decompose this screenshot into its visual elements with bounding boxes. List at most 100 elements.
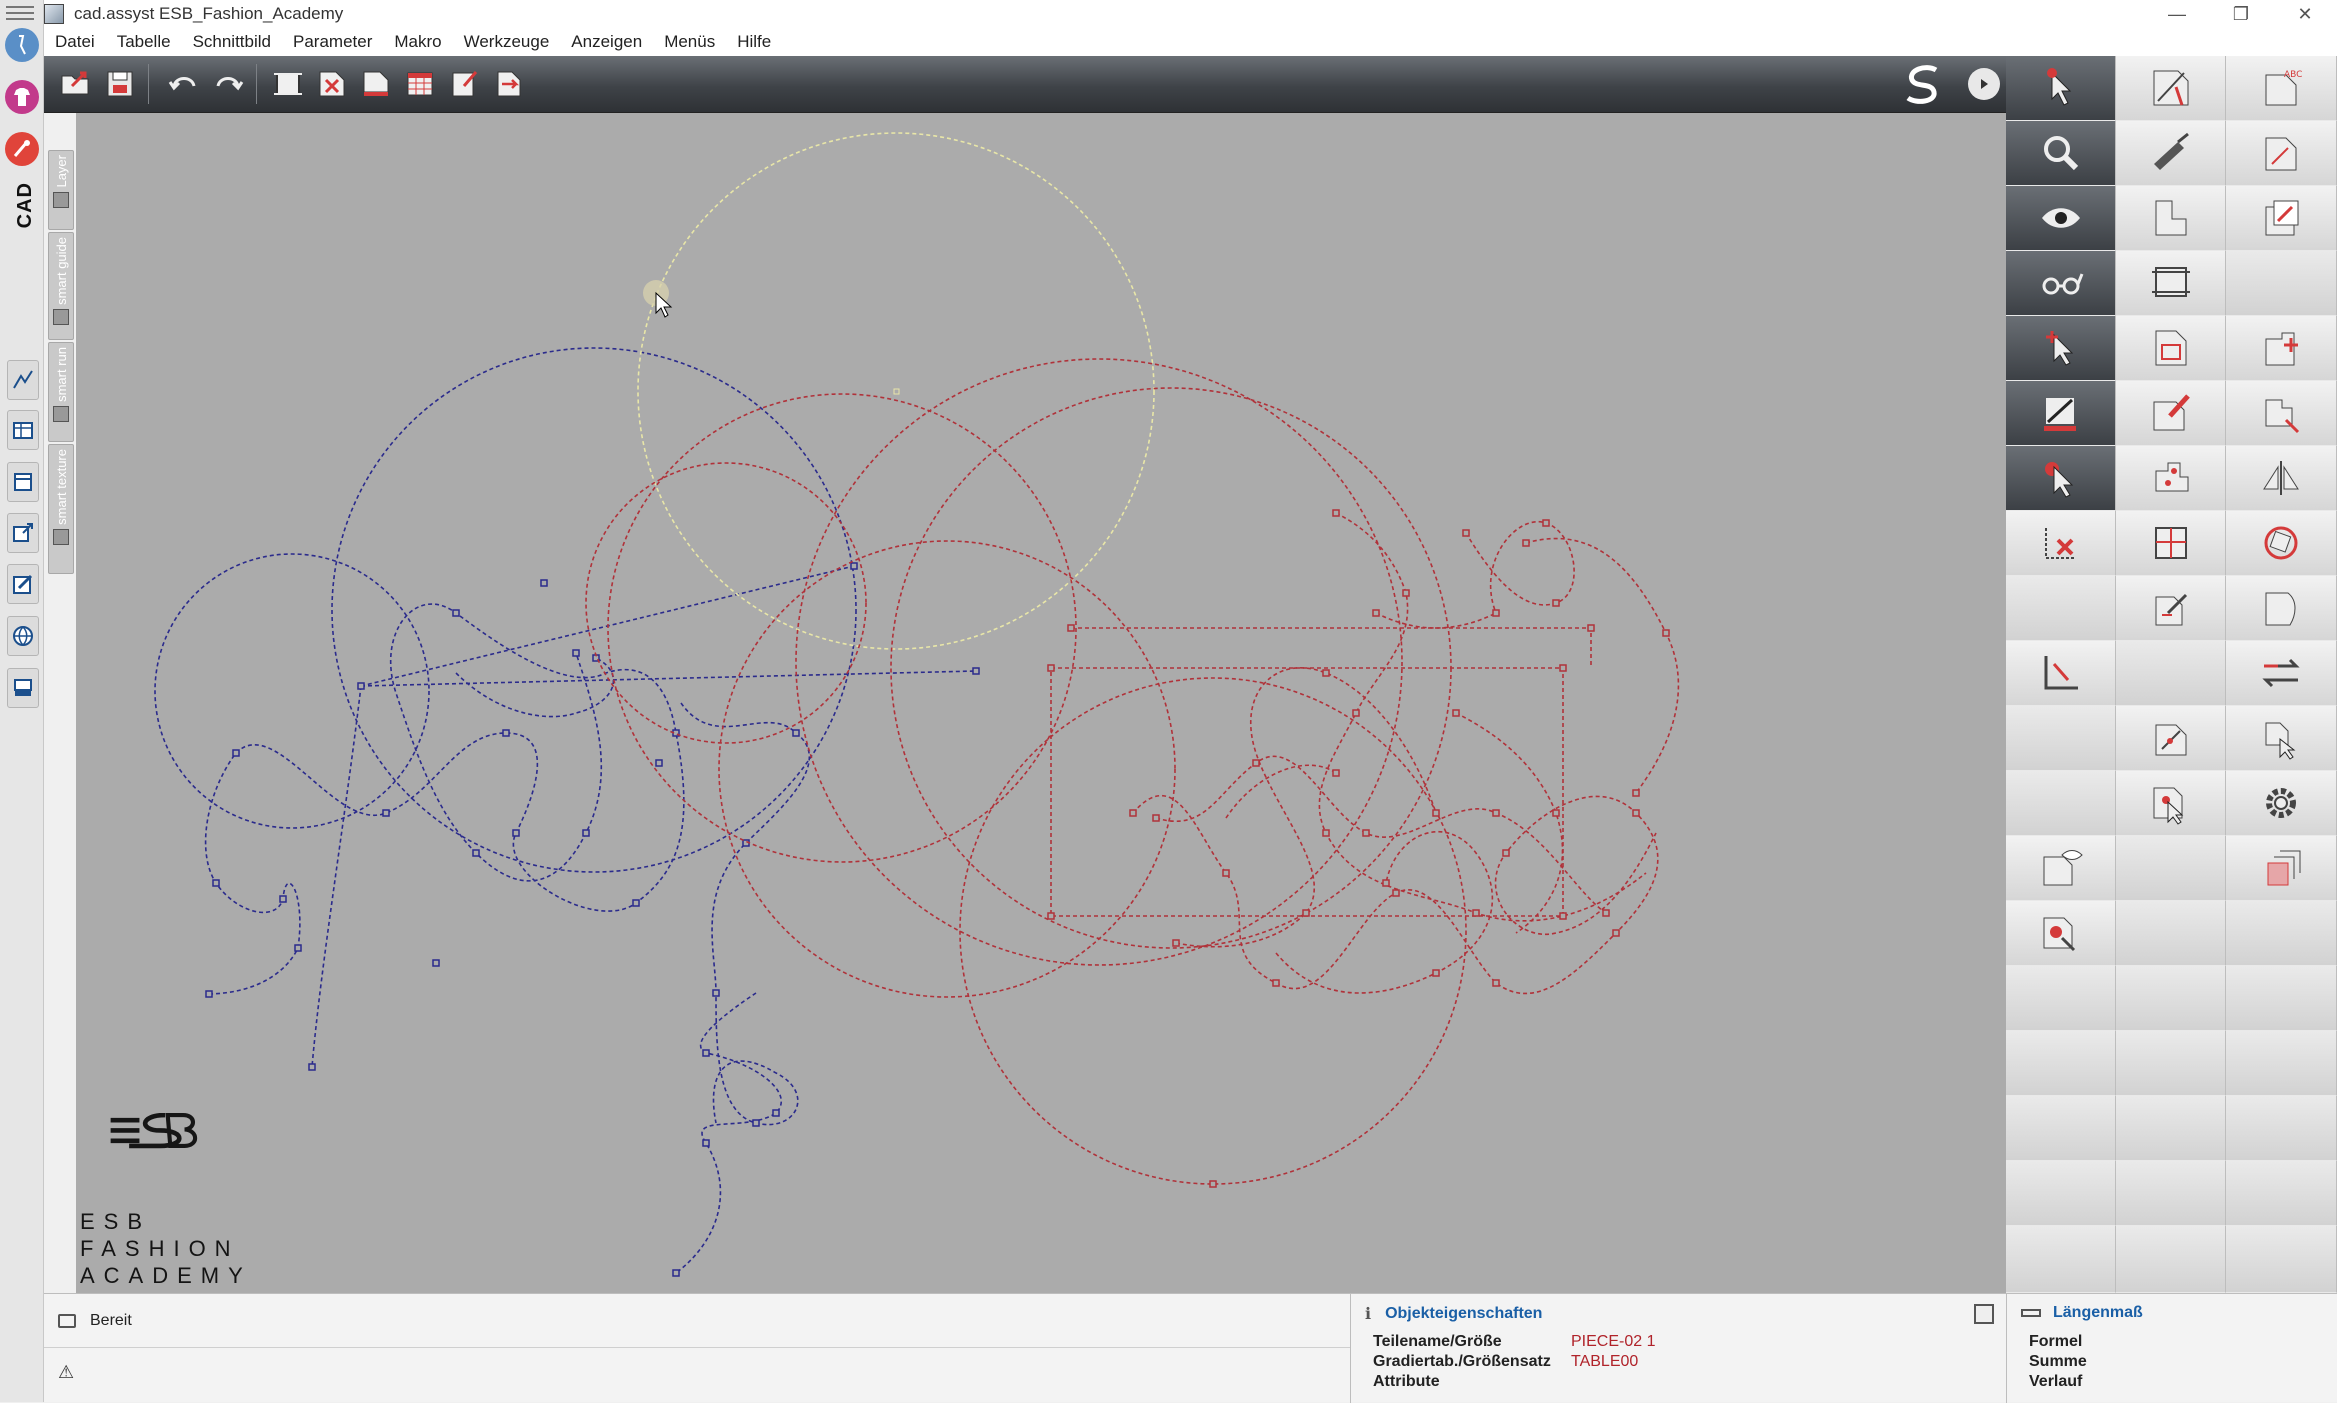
piece-search-icon[interactable] [2006, 901, 2116, 966]
layers-tool-icon[interactable] [7, 668, 39, 708]
edit-tool-icon[interactable] [7, 564, 39, 604]
piece-arrow-icon[interactable] [2226, 706, 2337, 771]
length-measure-title: Längenmaß [2053, 1304, 2143, 1321]
piece-cut-icon[interactable] [2116, 706, 2226, 771]
toolbar-expand-icon[interactable] [1968, 68, 2000, 100]
menu-parameter[interactable]: Parameter [282, 32, 383, 52]
tab-smart-guide[interactable]: smart guide [48, 232, 74, 340]
piece-move-icon[interactable] [2226, 186, 2337, 251]
pointer-plus-icon[interactable] [2006, 316, 2116, 381]
mirror-icon[interactable] [2226, 446, 2337, 511]
status-bar: Bereit ⚠ ℹ Objekteigenschaften Teilename… [44, 1293, 2337, 1403]
view-eye-icon[interactable] [2006, 186, 2116, 251]
piece-cursor-icon[interactable] [2116, 771, 2226, 836]
plotter-icon[interactable] [2116, 251, 2226, 316]
property-value[interactable]: PIECE-02 1 [1571, 1333, 1655, 1351]
flag-icon[interactable] [486, 64, 530, 104]
piece-edit-icon[interactable] [2116, 576, 2226, 641]
pointer-circle-icon[interactable] [2006, 446, 2116, 511]
piece-eye-icon[interactable] [2006, 836, 2116, 901]
plot-tool-icon[interactable] [7, 462, 39, 502]
tab-layer[interactable]: Layer [48, 150, 74, 230]
empty-tool-slot [2006, 1161, 2116, 1226]
tab-smart-texture[interactable]: smart texture [48, 444, 74, 574]
globe-tool-icon[interactable] [7, 616, 39, 656]
save-icon[interactable] [98, 64, 142, 104]
red-pattern [585, 358, 1680, 1185]
rotate-piece-icon[interactable] [2226, 511, 2337, 576]
table-tool-icon[interactable] [7, 410, 39, 450]
status-text: Bereit [90, 1311, 132, 1329]
empty-tool-slot [2226, 1226, 2337, 1293]
menu-tabelle[interactable]: Tabelle [106, 32, 182, 52]
export-tool-icon[interactable] [7, 513, 39, 553]
app-design-icon[interactable] [5, 28, 39, 62]
redo-icon[interactable] [206, 64, 250, 104]
piece-add-icon[interactable] [2226, 316, 2337, 381]
piece-network-icon[interactable] [2116, 446, 2226, 511]
delete-points-icon[interactable] [2006, 511, 2116, 576]
tool-column-2 [2116, 56, 2226, 1293]
app-cad-icon[interactable] [5, 132, 39, 166]
table-icon[interactable] [398, 64, 442, 104]
tab-smart-run[interactable]: smart run [48, 342, 74, 442]
piece-fold-icon[interactable] [2116, 511, 2226, 576]
empty-tool-slot [2116, 641, 2226, 706]
frame-icon[interactable] [266, 64, 310, 104]
edit-measure-icon[interactable] [2006, 381, 2116, 446]
drawing-canvas[interactable] [76, 113, 2006, 1293]
delete-piece-icon[interactable] [310, 64, 354, 104]
piece-pencil-icon[interactable] [2116, 381, 2226, 446]
blue-pattern [154, 347, 977, 1274]
print-icon[interactable] [354, 64, 398, 104]
piece-icon[interactable] [2116, 186, 2226, 251]
minimize-button[interactable]: — [2145, 0, 2209, 28]
warning-icon: ⚠ [58, 1362, 75, 1382]
piece-resize-icon[interactable] [2226, 381, 2337, 446]
undo-icon[interactable] [162, 64, 206, 104]
menu-anzeigen[interactable]: Anzeigen [560, 32, 653, 52]
menu-hilfe[interactable]: Hilfe [726, 32, 782, 52]
open-icon[interactable] [54, 64, 98, 104]
object-properties-title: Objekteigenschaften [1385, 1305, 1543, 1322]
app-garment-icon[interactable] [5, 80, 39, 114]
empty-tool-slot [2116, 1031, 2226, 1096]
settings-gear-icon[interactable] [2226, 771, 2337, 836]
piece-abc-icon[interactable]: ABC [2226, 56, 2337, 121]
menu-schnittbild[interactable]: Schnittbild [182, 32, 282, 52]
save-properties-icon[interactable] [1974, 1304, 1994, 1324]
assyst-logo-icon [1898, 62, 1948, 106]
info-icon: ℹ [1365, 1306, 1372, 1323]
hamburger-menu-icon[interactable] [6, 6, 34, 20]
zoom-icon[interactable] [2006, 121, 2116, 186]
draw-line-icon[interactable] [2116, 56, 2226, 121]
piece-shape-icon[interactable] [2226, 576, 2337, 641]
menu-menues[interactable]: Menüs [653, 32, 726, 52]
select-arrow-icon[interactable] [2006, 56, 2116, 121]
menu-makro[interactable]: Makro [383, 32, 452, 52]
menu-werkzeuge[interactable]: Werkzeuge [453, 32, 561, 52]
piece-mark-icon[interactable] [2226, 121, 2337, 186]
restore-button[interactable]: ❐ [2209, 0, 2273, 28]
measure-tool-icon[interactable] [7, 360, 39, 400]
main-toolbar [44, 56, 2006, 113]
empty-tool-slot [2116, 901, 2226, 966]
yellow-circle [637, 132, 1155, 650]
close-button[interactable]: ✕ [2273, 0, 2337, 28]
tool-column-3: ABC [2226, 56, 2337, 1293]
clipboard-icon[interactable] [442, 64, 486, 104]
brush-icon[interactable] [2116, 121, 2226, 186]
property-value[interactable]: TABLE00 [1571, 1353, 1638, 1371]
swap-arrows-icon[interactable] [2226, 641, 2337, 706]
layer-icon [53, 191, 69, 208]
empty-tool-slot [2006, 1226, 2116, 1293]
layered-pieces-icon[interactable] [2226, 836, 2337, 901]
empty-tool-slot [2226, 1096, 2337, 1161]
empty-tool-slot [2116, 966, 2226, 1031]
glasses-icon[interactable] [2006, 251, 2116, 316]
menu-datei[interactable]: Datei [44, 32, 106, 52]
piece-grid-icon[interactable] [2116, 316, 2226, 381]
corner-icon[interactable] [2006, 641, 2116, 706]
smart-texture-icon [53, 528, 69, 545]
message-icon [58, 1313, 76, 1328]
